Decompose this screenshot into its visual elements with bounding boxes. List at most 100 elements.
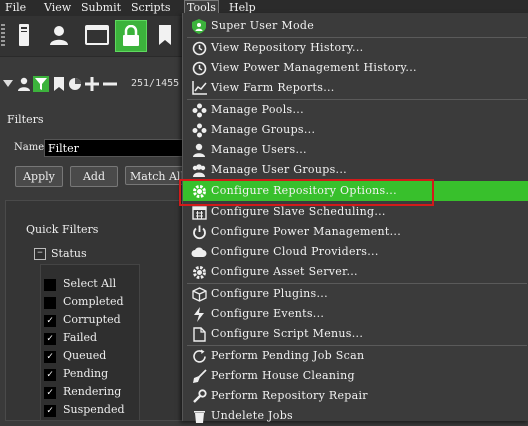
shield-icon — [191, 18, 207, 34]
dropdown-arrow-icon[interactable] — [0, 76, 16, 92]
user-icon[interactable] — [44, 20, 74, 50]
tools-menu: Super User Mode View Repository History.… — [182, 13, 528, 423]
window-icon[interactable] — [82, 20, 112, 50]
checkbox-label: Select All — [63, 277, 117, 290]
quick-filters-title: Quick Filters — [26, 223, 99, 236]
minus-icon[interactable] — [102, 76, 118, 92]
checkbox-label: Rendering — [63, 385, 122, 398]
checkbox[interactable]: ✓ — [44, 351, 56, 363]
menu-item-label: Manage User Groups... — [211, 163, 347, 176]
menu-item-label: Perform Repository Repair — [211, 389, 368, 402]
checkbox-label: Pending — [63, 367, 109, 380]
groups-icon — [191, 122, 207, 138]
menu-item-configure-plugins[interactable]: Configure Plugins... — [183, 284, 528, 304]
menu-item-configure-power-management[interactable]: Configure Power Management... — [183, 222, 528, 242]
menu-item-view-power-management-history[interactable]: View Power Management History... — [183, 58, 528, 78]
toolbar-grip[interactable] — [1, 24, 5, 46]
checkbox-label: Failed — [63, 331, 98, 344]
plus-icon[interactable] — [84, 76, 100, 92]
menu-item-label: Perform Pending Job Scan — [211, 349, 365, 362]
menu-item-label: Configure Script Menus... — [211, 327, 364, 340]
menu-item-perform-repository-repair[interactable]: Perform Repository Repair — [183, 386, 528, 406]
chart-icon — [191, 80, 207, 96]
menu-item-undelete-jobs[interactable]: Undelete Jobs — [183, 406, 528, 426]
menu-view[interactable]: View — [44, 1, 71, 15]
menu-item-super-user-mode[interactable]: Super User Mode — [183, 16, 528, 36]
menu-item-label: View Repository History... — [211, 41, 364, 54]
lightning-icon — [191, 306, 207, 322]
checkbox[interactable] — [44, 279, 56, 291]
menu-scripts[interactable]: Scripts — [131, 1, 171, 15]
filters-title: Filters — [7, 113, 44, 126]
bookmark-filter-icon[interactable] — [51, 76, 67, 92]
undelete-icon — [191, 408, 207, 424]
menu-item-label: Manage Pools... — [211, 103, 304, 116]
menu-item-label: Configure Slave Scheduling... — [211, 205, 386, 218]
checkbox[interactable]: ✓ — [44, 369, 56, 381]
menu-item-view-repository-history[interactable]: View Repository History... — [183, 38, 528, 58]
menu-item-manage-groups[interactable]: Manage Groups... — [183, 120, 528, 140]
name-label: Name — [14, 142, 45, 153]
user-icon — [191, 142, 207, 158]
document-icon — [191, 326, 207, 342]
gear-icon — [191, 264, 207, 280]
checkbox[interactable]: ✓ — [44, 315, 56, 327]
checkbox-label: Completed — [63, 295, 124, 308]
menu-item-configure-cloud-providers[interactable]: Configure Cloud Providers... — [183, 242, 528, 262]
add-button[interactable]: Add — [70, 166, 118, 187]
menu-item-configure-asset-server[interactable]: Configure Asset Server... — [183, 262, 528, 282]
highlight-annotation-box — [179, 179, 434, 206]
menu-item-label: View Farm Reports... — [211, 81, 335, 94]
menu-item-label: Manage Users... — [211, 143, 307, 156]
menu-item-label: View Power Management History... — [211, 61, 417, 74]
history-icon — [191, 40, 207, 56]
menu-item-label: Configure Power Management... — [211, 225, 402, 238]
job-counter: 251/1455 — [131, 78, 180, 89]
menu-item-configure-script-menus[interactable]: Configure Script Menus... — [183, 324, 528, 344]
menu-item-view-farm-reports[interactable]: View Farm Reports... — [183, 78, 528, 98]
monitor-icon[interactable] — [9, 20, 39, 50]
menu-item-manage-pools[interactable]: Manage Pools... — [183, 100, 528, 120]
menu-item-configure-events[interactable]: Configure Events... — [183, 304, 528, 324]
menu-item-label: Configure Events... — [211, 307, 325, 320]
checkbox-label: Queued — [63, 349, 107, 362]
menu-item-manage-user-groups[interactable]: Manage User Groups... — [183, 160, 528, 180]
apply-button[interactable]: Apply — [15, 166, 63, 187]
user-groups-icon — [191, 162, 207, 178]
cloud-icon — [191, 244, 207, 260]
checkbox[interactable]: ✓ — [44, 333, 56, 345]
menu-item-label: Configure Cloud Providers... — [211, 245, 379, 258]
menu-item-label: Perform House Cleaning — [211, 369, 355, 382]
checkbox-label: Corrupted — [63, 313, 121, 326]
menu-item-label: Configure Asset Server... — [211, 265, 358, 278]
cube-icon — [191, 286, 207, 302]
pie-chart-icon[interactable] — [67, 76, 83, 92]
refresh-icon — [191, 348, 207, 364]
calendar-icon — [191, 204, 207, 220]
checkbox-label: Suspended — [63, 403, 125, 416]
menu-item-manage-users[interactable]: Manage Users... — [183, 140, 528, 160]
broom-icon — [191, 368, 207, 384]
menu-submit[interactable]: Submit — [81, 1, 121, 15]
pools-icon — [191, 102, 207, 118]
menu-item-perform-pending-job-scan[interactable]: Perform Pending Job Scan — [183, 346, 528, 366]
checkbox[interactable]: ✓ — [44, 387, 56, 399]
menu-file[interactable]: File — [5, 1, 26, 15]
checkbox[interactable] — [44, 297, 56, 309]
menu-item-label: Super User Mode — [211, 19, 315, 32]
lock-icon[interactable] — [115, 20, 147, 52]
funnel-icon[interactable] — [33, 76, 49, 92]
match-all-button[interactable]: Match All — [125, 166, 185, 185]
menu-item-label: Manage Groups... — [211, 123, 316, 136]
collapse-toggle[interactable]: − — [34, 248, 46, 260]
menu-item-label: Undelete Jobs — [211, 409, 293, 422]
user-filter-icon[interactable] — [16, 76, 32, 92]
menu-item-label: Configure Plugins... — [211, 287, 328, 300]
menu-item-perform-house-cleaning[interactable]: Perform House Cleaning — [183, 366, 528, 386]
power-icon — [191, 224, 207, 240]
filter-name-input[interactable]: Filter — [44, 139, 184, 157]
bookmark-icon[interactable] — [150, 20, 180, 50]
checkbox[interactable]: ✓ — [44, 405, 56, 417]
history-icon — [191, 60, 207, 76]
wrench-icon — [191, 388, 207, 404]
